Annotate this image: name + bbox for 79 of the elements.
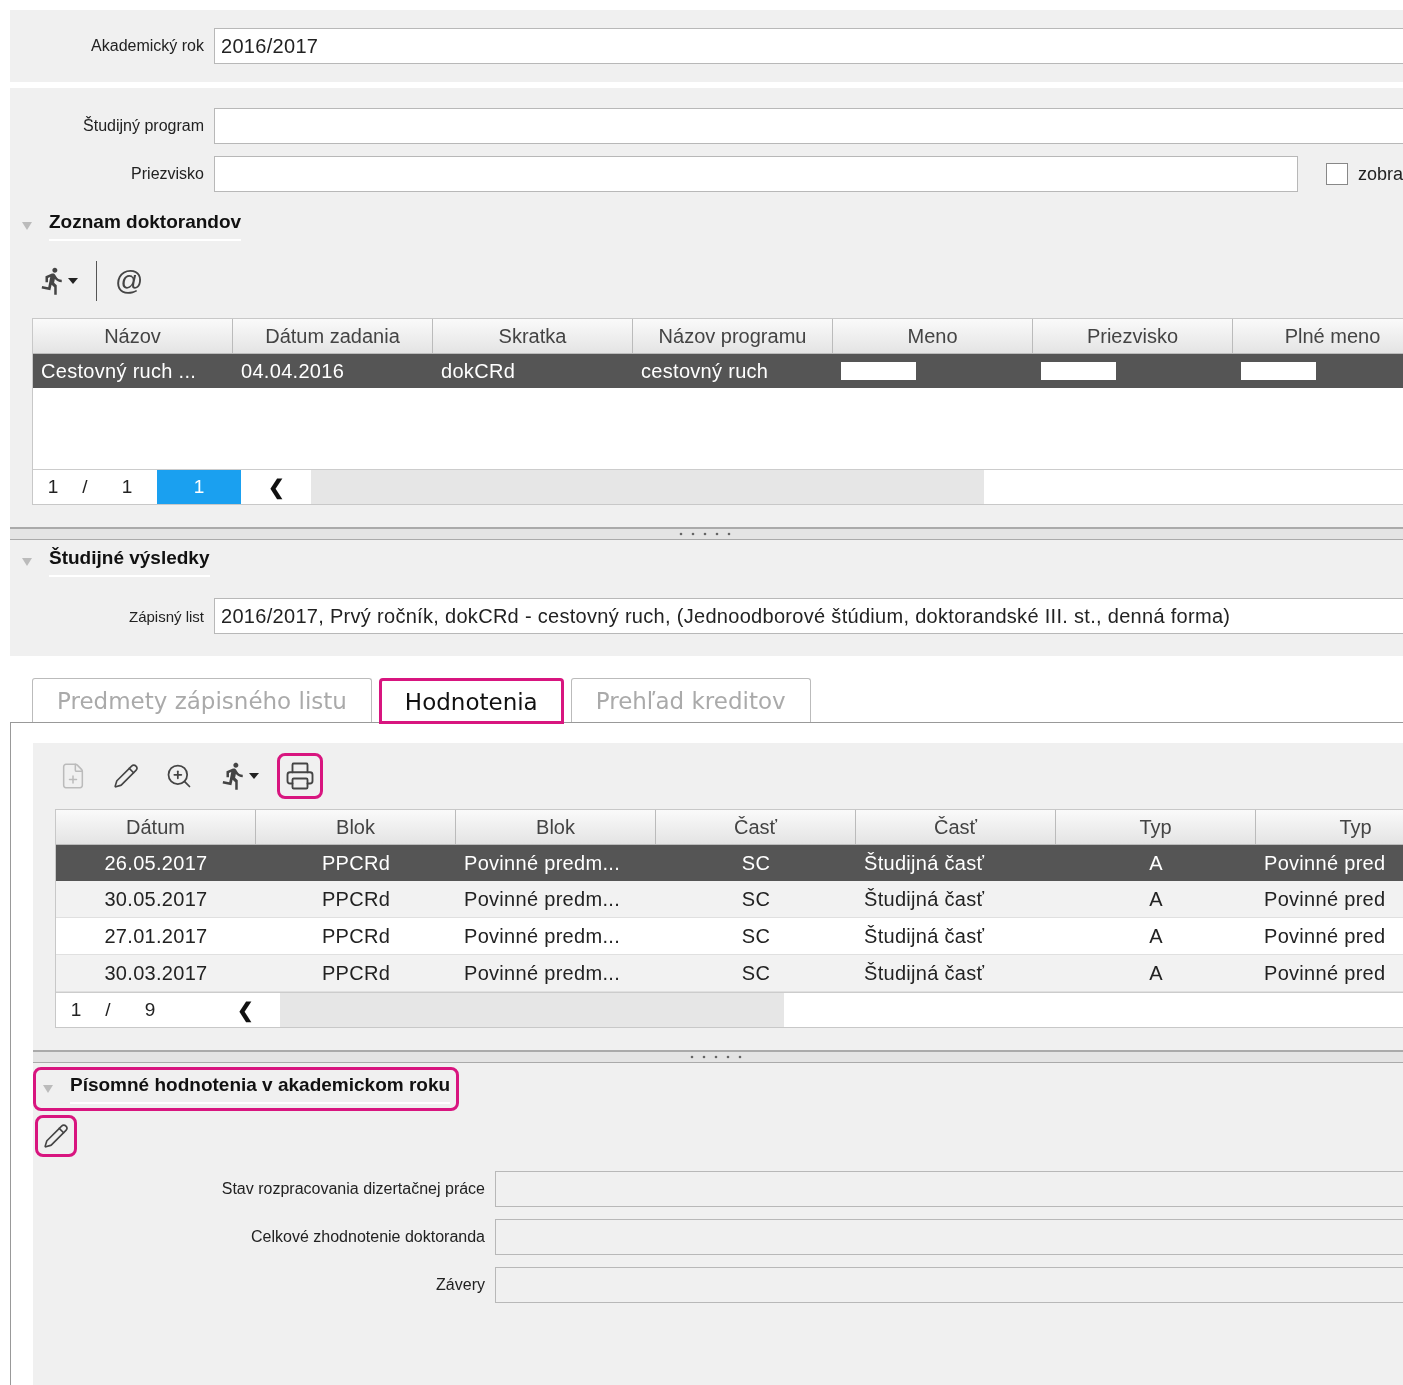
table-cell: SC	[656, 845, 856, 881]
table-cell: Povinné pred	[1256, 881, 1403, 918]
tab[interactable]: Hodnotenia	[379, 679, 563, 723]
field-label: Akademický rok	[90, 37, 204, 55]
print-icon	[285, 761, 315, 791]
page-total: 1	[120, 476, 134, 498]
column-header[interactable]: Blok	[256, 810, 456, 845]
collapse-icon[interactable]	[21, 557, 33, 567]
input-field[interactable]: 2016/2017, Prvý ročník, dokCRd - cestovný ruch, (Jednoodborové štúdium, doktorandské III. st., denná forma)	[214, 598, 1403, 634]
section-title: Písomné hodnotenia v akademickom roku	[70, 1074, 451, 1104]
table-cell: cestovný ruch	[633, 354, 833, 388]
table-cell: PPCRd	[256, 881, 456, 918]
column-header[interactable]: Plné meno	[1233, 319, 1403, 354]
page-separator: /	[104, 999, 112, 1021]
field-label: Študijný program	[82, 117, 204, 135]
input-field[interactable]	[495, 1219, 1403, 1255]
column-header[interactable]: Dátum zadania	[233, 319, 433, 354]
table-cell: PPCRd	[256, 955, 456, 992]
previous-page-button[interactable]: ❮	[210, 997, 280, 1023]
edit-button[interactable]	[35, 1115, 77, 1157]
column-header[interactable]: Dátum	[56, 810, 256, 845]
input-field[interactable]	[214, 156, 1298, 192]
column-header[interactable]: Priezvisko	[1033, 319, 1233, 354]
input-field[interactable]	[495, 1171, 1403, 1207]
collapse-icon[interactable]	[42, 1084, 54, 1094]
table-cell: Povinné pred	[1256, 955, 1403, 992]
table-cell: 04.04.2016	[233, 354, 433, 388]
column-header[interactable]: Názov	[33, 319, 233, 354]
field-label: Zápisný list	[127, 607, 204, 625]
table-cell: 30.03.2017	[56, 955, 256, 992]
table-cell: A	[1056, 845, 1256, 881]
column-header[interactable]: Typ	[1056, 810, 1256, 845]
table-cell: SC	[656, 881, 856, 918]
zoom-in-icon	[165, 762, 193, 790]
column-header[interactable]: Časť	[656, 810, 856, 845]
print-button[interactable]	[277, 753, 323, 799]
column-header[interactable]: Blok	[456, 810, 656, 845]
section-title: Študijné výsledky	[49, 547, 210, 577]
table-cell: Študijná časť	[856, 845, 1056, 881]
scrollbar[interactable]	[280, 993, 784, 1027]
input-field[interactable]	[214, 108, 1403, 144]
table-cell: A	[1056, 881, 1256, 918]
input-field[interactable]	[495, 1267, 1403, 1303]
column-header[interactable]: Skratka	[433, 319, 633, 354]
section-title: Zoznam doktorandov	[49, 211, 242, 241]
page-number: 1	[46, 476, 60, 498]
table-cell: Povinné predm...	[456, 881, 656, 918]
table-cell: Povinné pred	[1256, 845, 1403, 881]
table-cell: A	[1056, 955, 1256, 992]
collapse-icon[interactable]	[21, 221, 33, 231]
scrollbar[interactable]	[311, 470, 985, 504]
column-header[interactable]: Časť	[856, 810, 1056, 845]
field-label: Celkové zhodnotenie doktoranda	[250, 1228, 485, 1246]
checkbox[interactable]	[1325, 163, 1348, 185]
input-field[interactable]: 2016/2017	[214, 28, 1403, 64]
email-button[interactable]: @	[107, 259, 152, 303]
pencil-icon	[43, 1123, 69, 1149]
column-header[interactable]: Meno	[833, 319, 1033, 354]
column-header[interactable]: Názov programu	[633, 319, 833, 354]
field-label: Stav rozpracovania dizertačnej práce	[220, 1180, 485, 1198]
table-cell: Študijná časť	[856, 881, 1056, 918]
column-header[interactable]: Typ	[1256, 810, 1403, 845]
table-cell: Študijná časť	[856, 955, 1056, 992]
table-cell: 30.05.2017	[56, 881, 256, 918]
table-cell: dokCRd	[433, 354, 633, 388]
table-cell: Povinné predm...	[456, 955, 656, 992]
pencil-icon	[113, 763, 139, 789]
table-cell: Povinné predm...	[456, 845, 656, 881]
page-total: 9	[143, 999, 157, 1021]
table-cell: PPCRd	[256, 845, 456, 881]
page-number: 1	[69, 999, 83, 1021]
table-cell: Cestovný ruch ...	[33, 354, 233, 388]
field-label: Priezvisko	[130, 165, 204, 183]
field-label: Závery	[435, 1276, 485, 1294]
previous-page-button[interactable]: ❮	[241, 474, 311, 500]
page-separator: /	[81, 476, 89, 498]
checkbox-label: zobra	[1357, 163, 1403, 185]
table-cell: SC	[656, 955, 856, 992]
table-cell: 26.05.2017	[56, 845, 256, 881]
